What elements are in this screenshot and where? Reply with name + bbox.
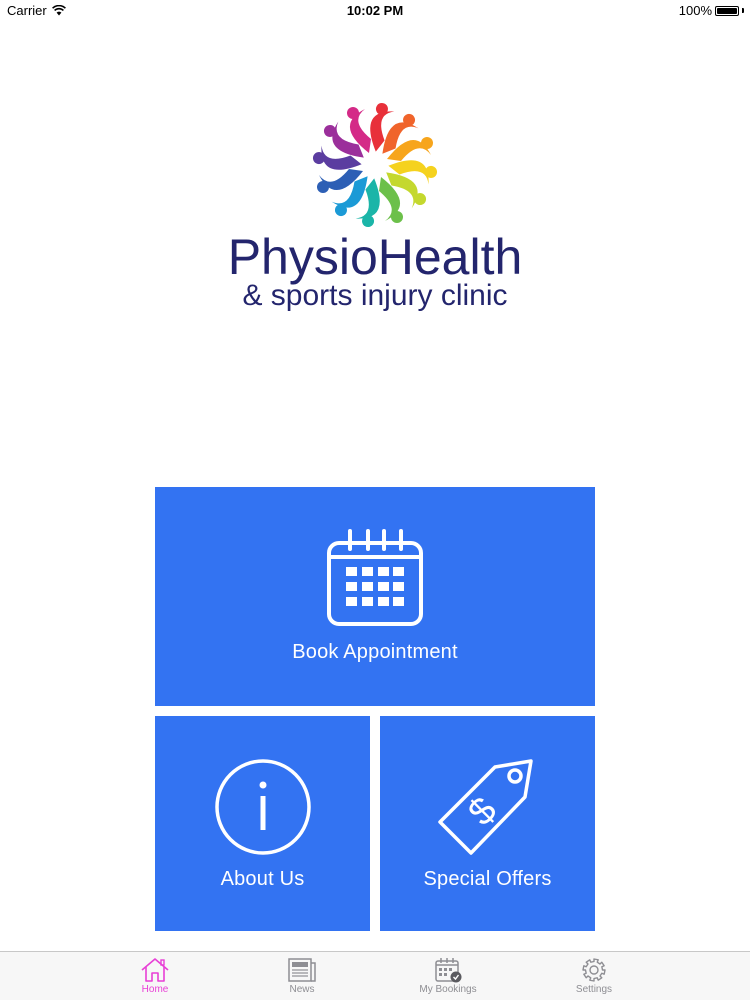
special-offers-label: Special Offers bbox=[423, 868, 552, 890]
gear-outline bbox=[582, 958, 606, 982]
status-bar: Carrier 10:02 PM 100% bbox=[0, 0, 750, 22]
logo-title: PhysioHealth bbox=[227, 229, 523, 285]
newspaper-icon bbox=[288, 958, 316, 982]
tab-my-bookings-label: My Bookings bbox=[419, 984, 477, 995]
gear-icon bbox=[582, 958, 606, 982]
battery-percentage: 100% bbox=[678, 3, 712, 18]
battery-icon bbox=[715, 5, 739, 16]
book-appointment-label: Book Appointment bbox=[292, 641, 458, 663]
tab-settings-label: Settings bbox=[575, 984, 613, 995]
calendar-icon bbox=[327, 529, 423, 626]
clinic-logo: PhysioHealth & sports injury clinic bbox=[0, 100, 750, 312]
status-time: 10:02 PM bbox=[346, 3, 404, 18]
tab-news[interactable]: News bbox=[252, 952, 352, 1000]
special-offers-button[interactable]: $ Special Offers bbox=[380, 716, 595, 931]
status-battery: 100% bbox=[679, 3, 744, 18]
about-us-label: About Us bbox=[220, 868, 305, 890]
about-us-button[interactable]: About Us bbox=[155, 716, 370, 931]
people-circle-logo-icon bbox=[312, 102, 438, 228]
calendar-check-icon bbox=[435, 958, 462, 983]
price-tag-icon: $ bbox=[438, 759, 533, 855]
tab-news-label: News bbox=[289, 984, 315, 995]
tab-settings[interactable]: Settings bbox=[544, 952, 644, 1000]
tab-my-bookings[interactable]: My Bookings bbox=[398, 952, 498, 1000]
info-icon bbox=[215, 759, 311, 855]
battery-level bbox=[717, 7, 737, 14]
tab-bar: Home News My Bookings Settings bbox=[0, 951, 750, 1000]
book-appointment-button[interactable]: Book Appointment bbox=[155, 487, 595, 706]
app-screen: Carrier 10:02 PM 100% PhysioHealth & spo… bbox=[0, 0, 750, 1000]
tab-home-label: Home bbox=[141, 984, 169, 995]
tab-home[interactable]: Home bbox=[105, 952, 205, 1000]
home-icon bbox=[141, 958, 169, 982]
logo-subtitle: & sports injury clinic bbox=[242, 279, 508, 312]
battery-tip bbox=[742, 8, 744, 13]
